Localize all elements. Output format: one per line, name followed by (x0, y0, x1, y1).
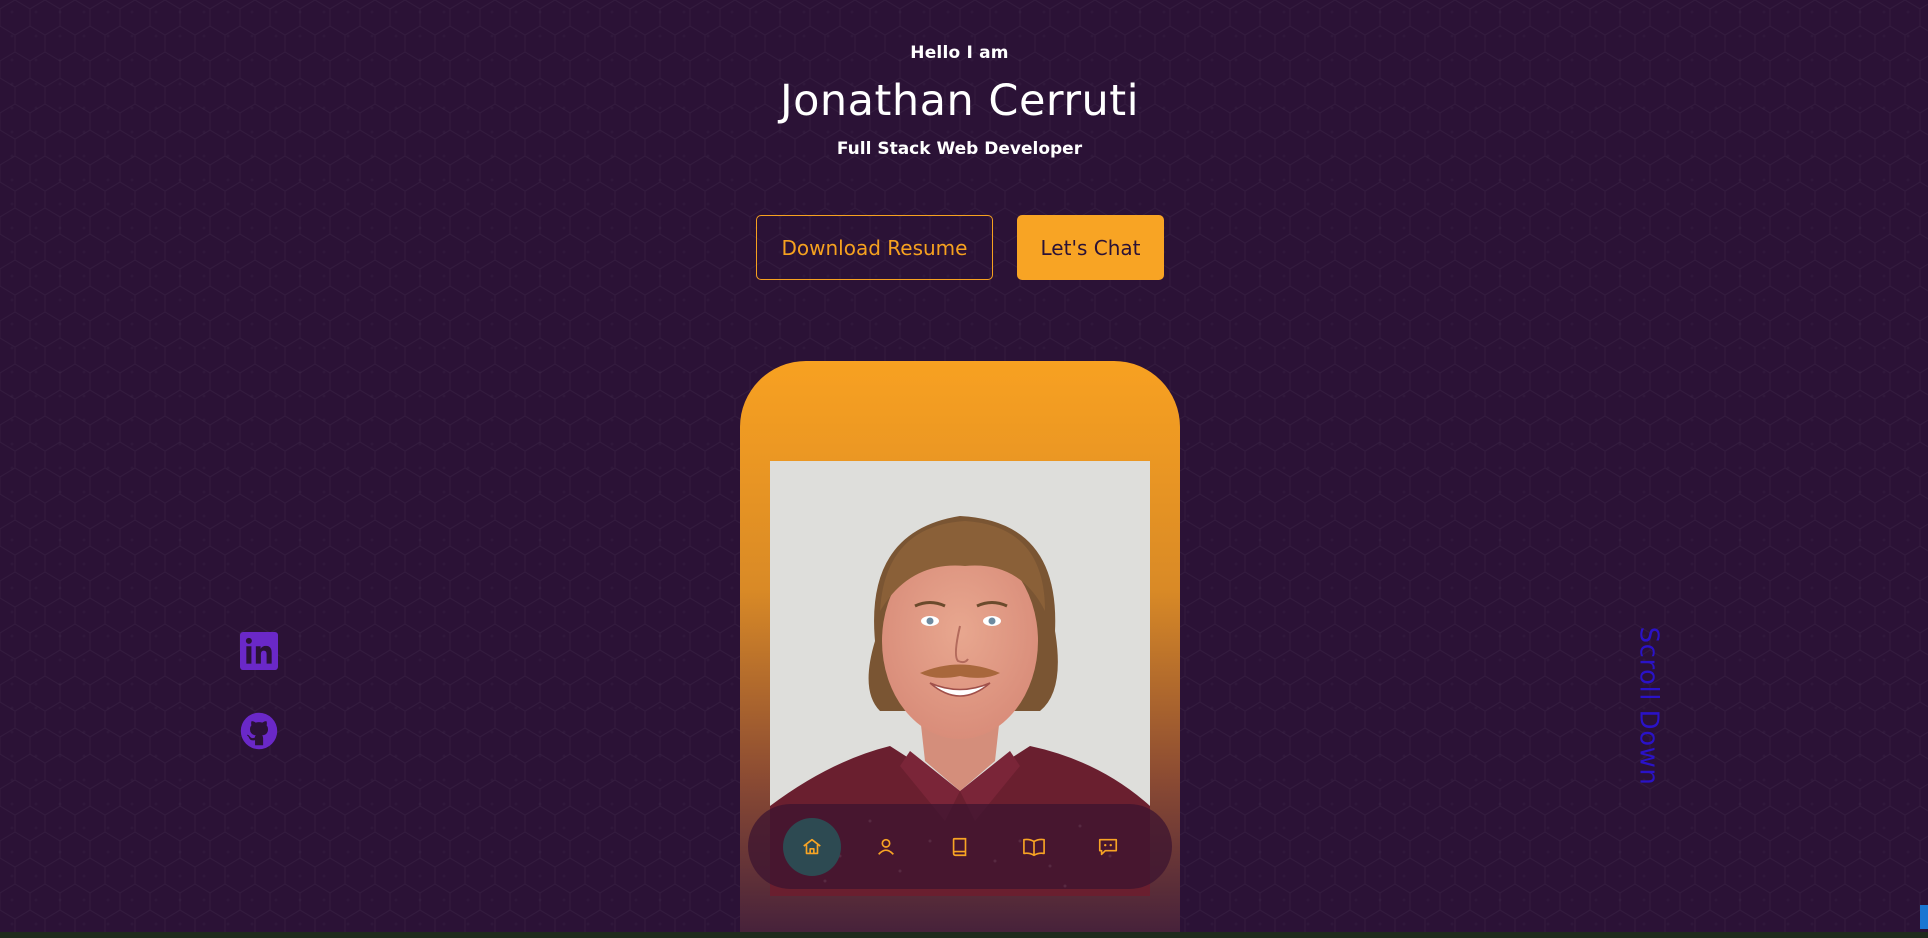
github-link[interactable] (240, 712, 278, 750)
book-icon (952, 837, 967, 856)
nav-portfolio-button[interactable] (1005, 818, 1063, 876)
bottom-edge (0, 932, 1928, 938)
download-resume-button[interactable]: Download Resume (756, 215, 993, 280)
nav-about-button[interactable] (857, 818, 915, 876)
nav-experience-button[interactable] (931, 818, 989, 876)
linkedin-link[interactable] (240, 632, 278, 670)
nav-home-button[interactable] (783, 817, 841, 876)
scroll-indicator (1920, 905, 1928, 929)
role-subtitle: Full Stack Web Developer (836, 139, 1083, 159)
greeting-text: Hello I am (910, 43, 1009, 63)
page-title: Jonathan Cerruti (779, 76, 1140, 126)
lets-chat-button[interactable]: Let's Chat (1017, 215, 1164, 280)
user-icon (878, 838, 894, 855)
chat-icon (1098, 838, 1118, 855)
linkedin-icon (240, 632, 278, 670)
bottom-navigation (748, 804, 1172, 889)
open-book-icon (1023, 838, 1045, 856)
nav-contact-button[interactable] (1079, 818, 1137, 876)
scroll-down-label: Scroll Down (1633, 626, 1663, 786)
github-icon (240, 712, 278, 750)
portfolio-page: Hello I am Jonathan Cerruti Full Stack W… (0, 0, 1928, 938)
home-icon (803, 838, 821, 854)
scroll-down-link[interactable]: Scroll Down (1628, 626, 1668, 786)
